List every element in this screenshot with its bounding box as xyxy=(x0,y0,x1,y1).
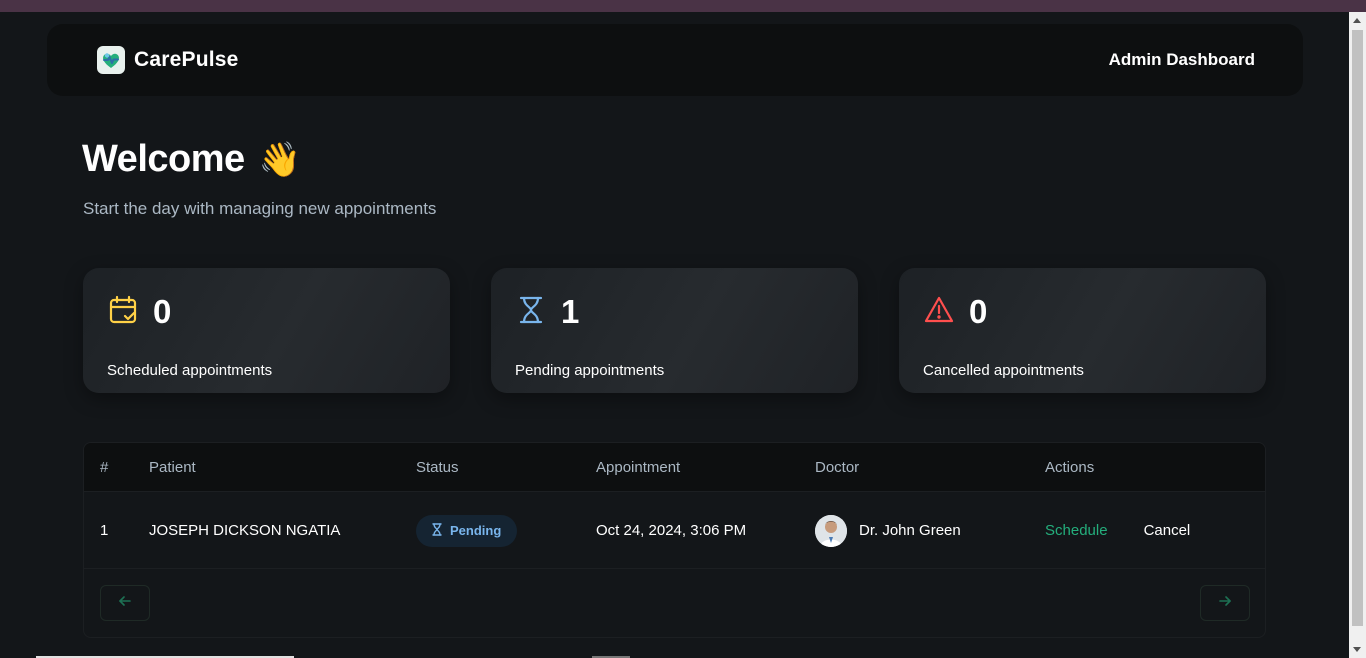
app-header: CarePulse Admin Dashboard xyxy=(47,24,1303,96)
table-row: 1 JOSEPH DICKSON NGATIA Pending Oct 24, … xyxy=(84,492,1265,569)
hourglass-icon xyxy=(432,522,442,539)
waving-hand-icon: 👋 xyxy=(258,140,301,179)
previous-page-button[interactable] xyxy=(100,585,150,621)
col-header-status: Status xyxy=(416,458,459,476)
cancelled-count: 0 xyxy=(969,293,988,330)
appointments-table: # Patient Status Appointment Doctor Acti… xyxy=(83,442,1266,638)
status-cell: Pending xyxy=(416,492,518,569)
status-badge: Pending xyxy=(416,514,518,547)
scheduled-count: 0 xyxy=(153,293,172,330)
hourglass-icon xyxy=(515,294,547,331)
status-label: Pending xyxy=(450,523,502,538)
scroll-down-icon[interactable] xyxy=(1353,647,1361,652)
pending-count: 1 xyxy=(561,293,580,330)
stat-card-cancelled: 0 Cancelled appointments xyxy=(899,268,1266,393)
arrow-left-icon xyxy=(118,594,132,613)
doctor-name: Dr. John Green xyxy=(859,522,961,539)
cancel-button[interactable]: Cancel xyxy=(1144,522,1191,539)
appointment-datetime: Oct 24, 2024, 3:06 PM xyxy=(596,522,747,539)
col-header-num: # xyxy=(100,458,109,476)
next-page-button[interactable] xyxy=(1200,585,1250,621)
stat-card-scheduled: 0 Scheduled appointments xyxy=(83,268,450,393)
schedule-button[interactable]: Schedule xyxy=(1045,522,1108,539)
vertical-scrollbar[interactable] xyxy=(1349,12,1366,658)
stat-card-pending: 1 Pending appointments xyxy=(491,268,858,393)
warning-icon xyxy=(923,294,955,331)
brand-name: CarePulse xyxy=(134,48,239,71)
page-subtitle: Start the day with managing new appointm… xyxy=(83,199,437,218)
table-header: # Patient Status Appointment Doctor Acti… xyxy=(84,443,1265,492)
brand-link[interactable]: CarePulse xyxy=(97,46,239,74)
scroll-up-icon[interactable] xyxy=(1353,18,1361,23)
admin-dashboard-title: Admin Dashboard xyxy=(1108,50,1255,69)
col-header-patient: Patient xyxy=(149,458,196,476)
scheduled-label: Scheduled appointments xyxy=(107,362,273,379)
pending-label: Pending appointments xyxy=(515,362,665,379)
cancelled-label: Cancelled appointments xyxy=(923,362,1084,379)
patient-name: JOSEPH DICKSON NGATIA xyxy=(149,522,341,539)
actions-cell: Schedule Cancel xyxy=(1045,492,1190,569)
browser-top-strip xyxy=(0,0,1366,12)
welcome-heading: Welcome 👋 xyxy=(82,138,301,181)
col-header-appointment: Appointment xyxy=(596,458,681,476)
carepulse-logo-icon xyxy=(97,46,125,74)
calendar-check-icon xyxy=(107,294,139,331)
doctor-avatar xyxy=(815,514,847,547)
col-header-actions: Actions xyxy=(1045,458,1095,476)
scrollbar-thumb[interactable] xyxy=(1352,30,1363,626)
col-header-doctor: Doctor xyxy=(815,458,860,476)
arrow-right-icon xyxy=(1218,594,1232,613)
page-title: Welcome xyxy=(82,138,245,180)
row-number: 1 xyxy=(100,522,109,539)
doctor-cell: Dr. John Green xyxy=(815,492,961,569)
